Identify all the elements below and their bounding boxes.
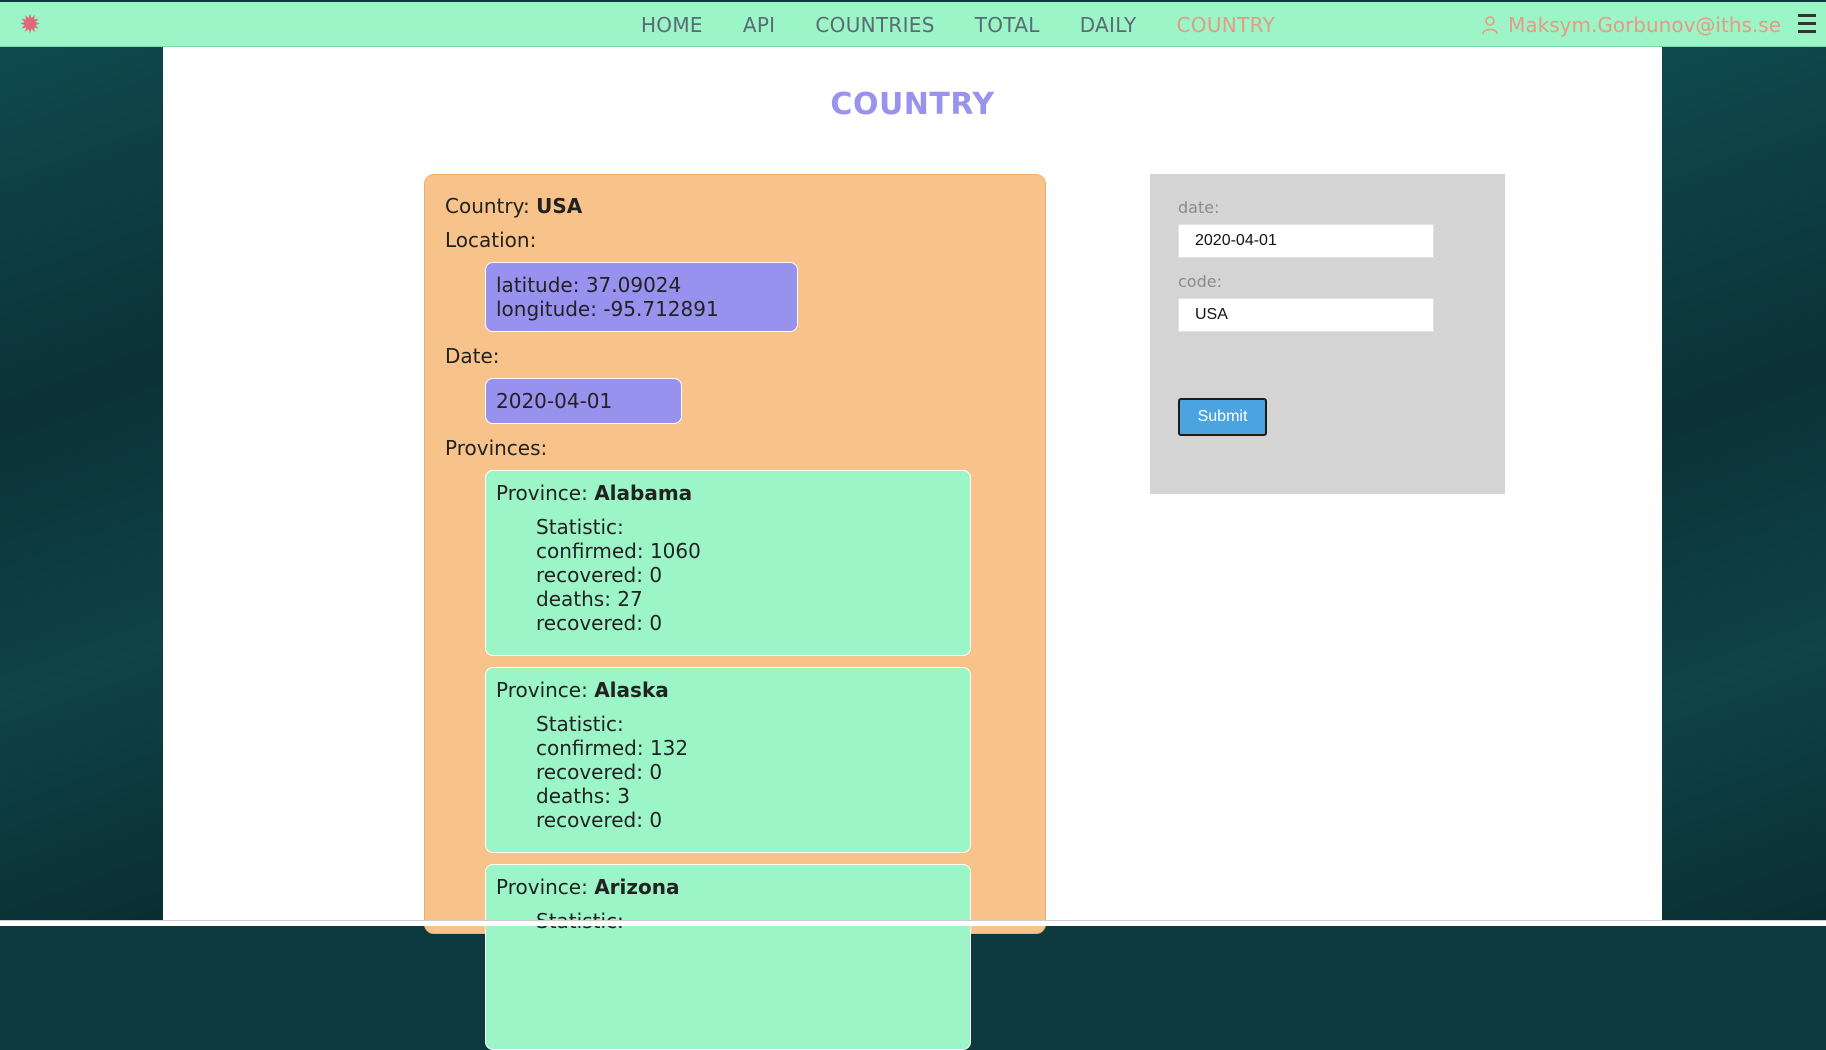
- bottom-strip: [0, 920, 1826, 926]
- country-card: Country: USA Location: latitude: 37.0902…: [424, 174, 1046, 1050]
- query-form: date: code: Submit: [1150, 174, 1505, 494]
- submit-button[interactable]: Submit: [1178, 398, 1267, 436]
- province-card: Province: Alaska Statistic: confirmed: 1…: [485, 667, 971, 853]
- code-field[interactable]: [1178, 298, 1434, 332]
- page-title: COUNTRY: [830, 87, 995, 122]
- province-prefix: Province:: [496, 678, 595, 702]
- statistic-label: Statistic:: [536, 515, 624, 539]
- nav-link-country[interactable]: COUNTRY: [1177, 13, 1275, 37]
- province-prefix: Province:: [496, 481, 595, 505]
- nav-link-total[interactable]: TOTAL: [975, 13, 1040, 37]
- recovered-value-2: recovered: 0: [536, 808, 663, 832]
- date-field[interactable]: [1178, 224, 1434, 258]
- statistic-label: Statistic:: [536, 712, 624, 736]
- nav-link-daily[interactable]: DAILY: [1080, 13, 1137, 37]
- location-box: latitude: 37.09024 longitude: -95.712891: [485, 262, 798, 332]
- confirmed-value: confirmed: 1060: [536, 539, 701, 563]
- date-label: Date:: [445, 344, 500, 368]
- province-name: Alaska: [594, 678, 669, 702]
- province-name: Alabama: [594, 481, 693, 505]
- top-navbar: ✹ HOME API COUNTRIES TOTAL DAILY COUNTRY…: [0, 2, 1826, 47]
- nav-link-home[interactable]: HOME: [641, 13, 703, 37]
- hamburger-menu-icon[interactable]: [1798, 14, 1816, 34]
- date-field-label: date:: [1178, 198, 1220, 217]
- province-title: Province: Alaska: [496, 678, 960, 702]
- date-box: 2020-04-01: [485, 378, 682, 424]
- recovered-value: recovered: 0: [536, 563, 663, 587]
- statistic-block: Statistic: confirmed: 1060 recovered: 0 …: [536, 515, 960, 635]
- latitude-value: latitude: 37.09024: [496, 273, 682, 297]
- deaths-value: deaths: 3: [536, 784, 631, 808]
- background-right: [1662, 47, 1826, 925]
- deaths-value: deaths: 27: [536, 587, 643, 611]
- nav-link-countries[interactable]: COUNTRIES: [815, 13, 934, 37]
- user-icon: [1482, 15, 1498, 34]
- province-title: Province: Arizona: [496, 875, 960, 899]
- date-value: 2020-04-01: [496, 389, 613, 413]
- provinces-label: Provinces:: [445, 436, 548, 460]
- statistic-block: Statistic: confirmed: 132 recovered: 0 d…: [536, 712, 960, 832]
- code-field-label: code:: [1178, 272, 1222, 291]
- country-value: USA: [536, 194, 583, 218]
- user-account[interactable]: Maksym.Gorbunov@iths.se: [1480, 2, 1781, 47]
- background-left: [0, 47, 163, 925]
- location-label: Location:: [445, 228, 537, 252]
- user-email[interactable]: Maksym.Gorbunov@iths.se: [1508, 13, 1781, 37]
- recovered-value-2: recovered: 0: [536, 611, 663, 635]
- country-row: Country: USA: [445, 194, 1025, 218]
- recovered-value: recovered: 0: [536, 760, 663, 784]
- province-title: Province: Alabama: [496, 481, 960, 505]
- country-label: Country:: [445, 194, 537, 218]
- province-name: Arizona: [594, 875, 680, 899]
- confirmed-value: confirmed: 132: [536, 736, 689, 760]
- main-content: COUNTRY Country: USA Location: latitude:…: [163, 47, 1662, 1050]
- nav-link-api[interactable]: API: [743, 13, 776, 37]
- province-card: Province: Arizona Statistic:: [485, 864, 971, 1050]
- province-card: Province: Alabama Statistic: confirmed: …: [485, 470, 971, 656]
- longitude-value: longitude: -95.712891: [496, 297, 719, 321]
- province-prefix: Province:: [496, 875, 595, 899]
